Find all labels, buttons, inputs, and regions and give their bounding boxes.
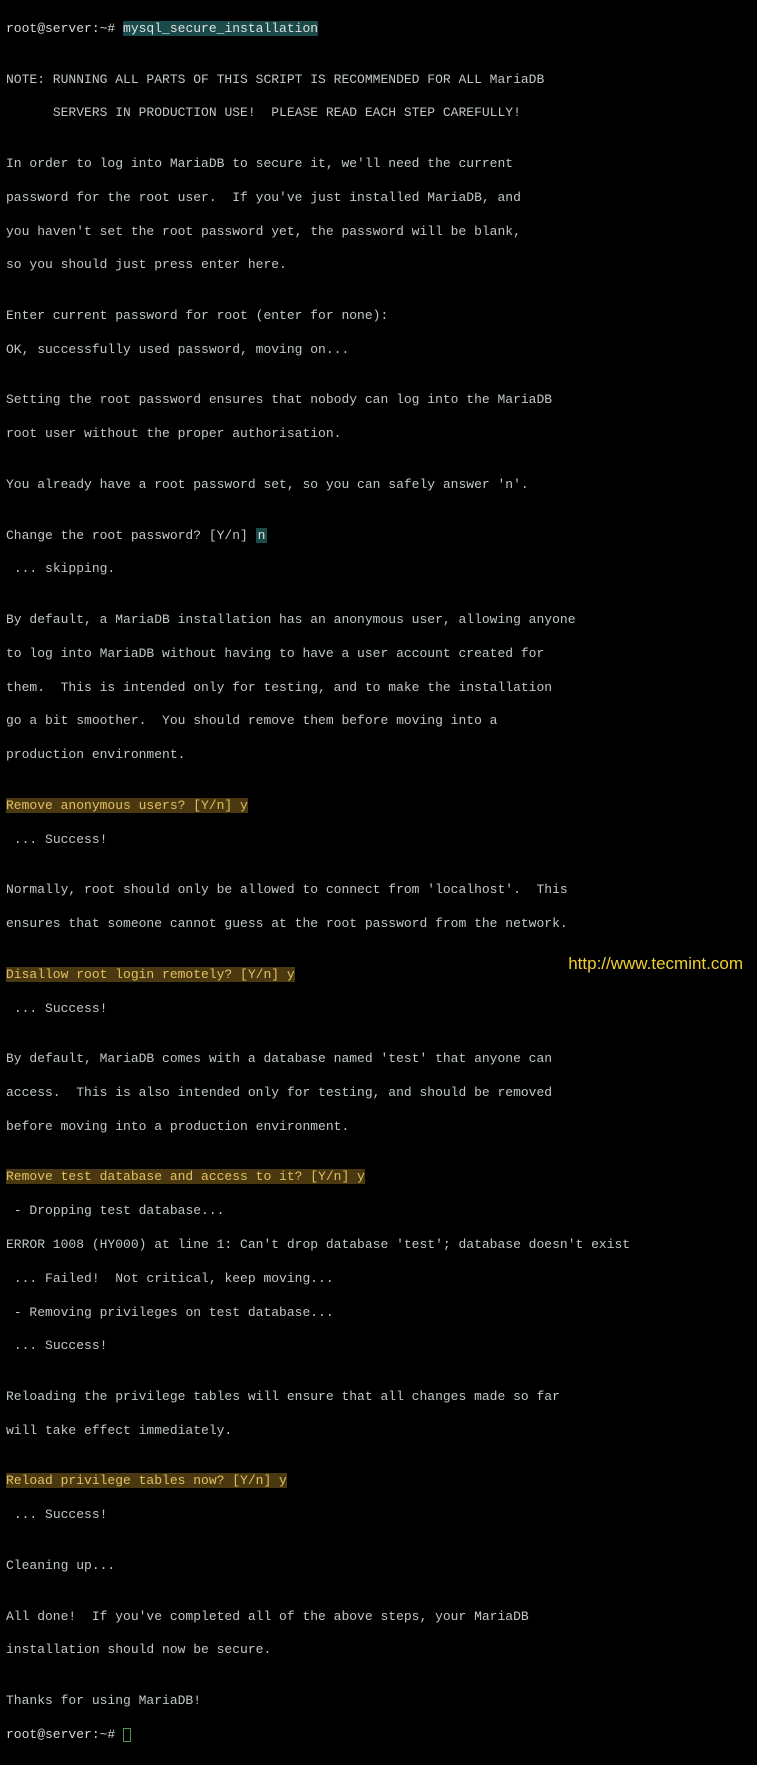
test-line-2: access. This is also intended only for t… [6, 1085, 751, 1102]
removing-priv-line: - Removing privileges on test database..… [6, 1305, 751, 1322]
note-line-1: NOTE: RUNNING ALL PARTS OF THIS SCRIPT I… [6, 72, 751, 89]
success-line: ... Success! [6, 1338, 751, 1355]
skipping-line: ... skipping. [6, 561, 751, 578]
remove-anon-question: Remove anonymous users? [Y/n] y [6, 798, 248, 813]
anon-line-1: By default, a MariaDB installation has a… [6, 612, 751, 629]
anon-line-2: to log into MariaDB without having to ha… [6, 646, 751, 663]
note-line-2: SERVERS IN PRODUCTION USE! PLEASE READ E… [6, 105, 751, 122]
enter-password-prompt: Enter current password for root (enter f… [6, 308, 751, 325]
normally-line-1: Normally, root should only be allowed to… [6, 882, 751, 899]
error-line: ERROR 1008 (HY000) at line 1: Can't drop… [6, 1237, 751, 1254]
normally-line-2: ensures that someone cannot guess at the… [6, 916, 751, 933]
cursor-icon[interactable] [123, 1728, 131, 1742]
command-text: mysql_secure_installation [123, 21, 318, 36]
anon-line-5: production environment. [6, 747, 751, 764]
ok-message: OK, successfully used password, moving o… [6, 342, 751, 359]
thanks-line: Thanks for using MariaDB! [6, 1693, 751, 1710]
done-line-1: All done! If you've completed all of the… [6, 1609, 751, 1626]
success-line: ... Success! [6, 832, 751, 849]
done-line-2: installation should now be secure. [6, 1642, 751, 1659]
setting-line-1: Setting the root password ensures that n… [6, 392, 751, 409]
change-password-question: Change the root password? [Y/n] [6, 528, 256, 543]
success-line: ... Success! [6, 1507, 751, 1524]
intro-line-4: so you should just press enter here. [6, 257, 751, 274]
remove-test-db-question: Remove test database and access to it? [… [6, 1169, 365, 1184]
anon-line-3: them. This is intended only for testing,… [6, 680, 751, 697]
terminal-output[interactable]: root@server:~# mysql_secure_installation… [0, 0, 757, 1765]
watermark-link: http://www.tecmint.com [568, 953, 743, 975]
shell-prompt: root@server:~# [6, 1727, 123, 1742]
success-line: ... Success! [6, 1001, 751, 1018]
test-line-1: By default, MariaDB comes with a databas… [6, 1051, 751, 1068]
reload-line-2: will take effect immediately. [6, 1423, 751, 1440]
cleaning-line: Cleaning up... [6, 1558, 751, 1575]
test-line-3: before moving into a production environm… [6, 1119, 751, 1136]
reload-tables-question: Reload privilege tables now? [Y/n] y [6, 1473, 287, 1488]
disallow-root-question: Disallow root login remotely? [Y/n] y [6, 967, 295, 982]
intro-line-3: you haven't set the root password yet, t… [6, 224, 751, 241]
change-password-answer: n [256, 528, 268, 543]
intro-line-1: In order to log into MariaDB to secure i… [6, 156, 751, 173]
reload-line-1: Reloading the privilege tables will ensu… [6, 1389, 751, 1406]
shell-prompt: root@server:~# [6, 21, 123, 36]
setting-line-2: root user without the proper authorisati… [6, 426, 751, 443]
intro-line-2: password for the root user. If you've ju… [6, 190, 751, 207]
already-set-line: You already have a root password set, so… [6, 477, 751, 494]
anon-line-4: go a bit smoother. You should remove the… [6, 713, 751, 730]
failed-line: ... Failed! Not critical, keep moving... [6, 1271, 751, 1288]
dropping-line: - Dropping test database... [6, 1203, 751, 1220]
